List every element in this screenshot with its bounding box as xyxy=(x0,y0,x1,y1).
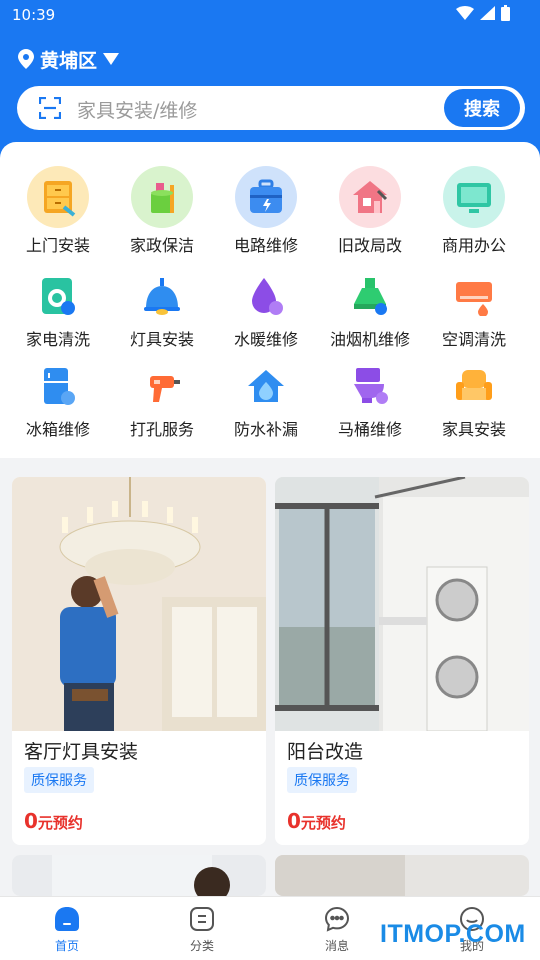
toolbox-icon xyxy=(235,166,297,228)
price-unit: 元预约 xyxy=(300,814,346,832)
category-label: 空调清洗 xyxy=(441,330,506,349)
category-drill[interactable]: 打孔服务 xyxy=(112,366,212,440)
category-label: 冰箱维修 xyxy=(25,420,90,439)
category-label: 打孔服务 xyxy=(129,420,194,439)
price: 0元预约 xyxy=(24,809,83,833)
service-title: 客厅灯具安装 xyxy=(24,741,139,763)
service-card[interactable]: 客厅灯具安装 质保服务 0元预约 xyxy=(12,477,266,845)
header: 10:39 黄埔区 家具安装/维修 搜索 xyxy=(0,0,540,160)
washing-machine-icon xyxy=(38,276,78,316)
service-photo-partial xyxy=(275,855,529,896)
category-label: 电路维修 xyxy=(233,236,298,255)
location-pin-icon xyxy=(18,49,34,69)
category-circuit[interactable]: 电路维修 xyxy=(216,166,316,256)
category-panel: 上门安装 家政保洁 电路维修 旧改局改 商用办公 家电清洗 灯具安装 水暖维修 … xyxy=(0,142,540,458)
category-cleaning[interactable]: 家政保洁 xyxy=(112,166,212,256)
tab-label: 首页 xyxy=(54,939,79,953)
wifi-icon xyxy=(456,6,474,20)
search-input[interactable]: 家具安装/维修 xyxy=(77,96,197,123)
warranty-tag: 质保服务 xyxy=(24,767,94,793)
tab-label: 消息 xyxy=(324,939,349,953)
category-range-hood[interactable]: 油烟机维修 xyxy=(320,276,420,350)
category-appliance-clean[interactable]: 家电清洗 xyxy=(8,276,108,350)
service-photo-balcony xyxy=(275,477,529,731)
water-drop-icon xyxy=(246,276,286,316)
toilet-icon xyxy=(350,366,390,406)
service-photo-chandelier xyxy=(12,477,266,731)
location-district: 黄埔区 xyxy=(40,49,98,72)
house-renovation-icon xyxy=(339,166,401,228)
category-toilet[interactable]: 马桶维修 xyxy=(320,366,420,440)
watermark-text: ITMOP.COM xyxy=(380,920,526,948)
tab-category[interactable]: 分类 xyxy=(162,905,242,954)
battery-icon xyxy=(501,5,510,21)
category-label: 上门安装 xyxy=(25,236,90,255)
warranty-tag: 质保服务 xyxy=(287,767,357,793)
status-icons xyxy=(456,5,510,21)
category-label: 家政保洁 xyxy=(129,236,194,255)
cleaning-bucket-icon xyxy=(131,166,193,228)
service-card[interactable] xyxy=(12,855,266,896)
price-number: 0 xyxy=(287,809,301,833)
tab-home[interactable]: 首页 xyxy=(27,905,107,954)
category-ac-clean[interactable]: 空调清洗 xyxy=(424,276,524,350)
message-icon xyxy=(323,905,351,933)
search-button[interactable]: 搜索 xyxy=(444,89,520,127)
category-label: 灯具安装 xyxy=(129,330,194,349)
status-time: 10:39 xyxy=(12,6,56,24)
category-install[interactable]: 上门安装 xyxy=(8,166,108,256)
category-label: 防水补漏 xyxy=(233,420,298,439)
service-title: 阳台改造 xyxy=(287,741,364,763)
lamp-icon xyxy=(142,276,182,316)
category-label: 油烟机维修 xyxy=(329,330,410,349)
search-bar[interactable]: 家具安装/维修 搜索 xyxy=(17,86,525,130)
home-icon xyxy=(53,905,81,933)
category-renovation[interactable]: 旧改局改 xyxy=(320,166,420,256)
caret-down-icon xyxy=(103,53,120,65)
category-label: 马桶维修 xyxy=(337,420,402,439)
service-card[interactable] xyxy=(275,855,529,896)
price-number: 0 xyxy=(24,809,38,833)
price: 0元预约 xyxy=(287,809,346,833)
status-bar: 10:39 xyxy=(0,0,540,32)
category-waterproof[interactable]: 防水补漏 xyxy=(216,366,316,440)
category-icon xyxy=(188,905,216,933)
category-furniture[interactable]: 家具安装 xyxy=(424,366,524,440)
category-fridge[interactable]: 冰箱维修 xyxy=(8,366,108,440)
air-conditioner-icon xyxy=(454,276,494,316)
sofa-icon xyxy=(454,366,494,406)
monitor-icon xyxy=(443,166,505,228)
category-label: 家电清洗 xyxy=(25,330,90,349)
category-label: 旧改局改 xyxy=(337,236,402,255)
fridge-icon xyxy=(38,366,78,406)
range-hood-icon xyxy=(350,276,390,316)
category-lamp[interactable]: 灯具安装 xyxy=(112,276,212,350)
signal-icon xyxy=(480,6,495,20)
category-label: 商用办公 xyxy=(441,236,506,255)
scan-icon[interactable] xyxy=(39,97,61,119)
category-label: 水暖维修 xyxy=(233,330,298,349)
cabinet-install-icon xyxy=(27,166,89,228)
price-unit: 元预约 xyxy=(37,814,83,832)
tab-label: 分类 xyxy=(189,939,214,953)
category-label: 家具安装 xyxy=(441,420,506,439)
drill-icon xyxy=(142,366,182,406)
service-card[interactable]: 阳台改造 质保服务 0元预约 xyxy=(275,477,529,845)
category-office[interactable]: 商用办公 xyxy=(424,166,524,256)
service-photo-partial xyxy=(12,855,266,896)
tab-messages[interactable]: 消息 xyxy=(297,905,377,954)
location-selector[interactable]: 黄埔区 xyxy=(18,44,120,74)
category-plumbing[interactable]: 水暖维修 xyxy=(216,276,316,350)
waterproof-house-icon xyxy=(246,366,286,406)
